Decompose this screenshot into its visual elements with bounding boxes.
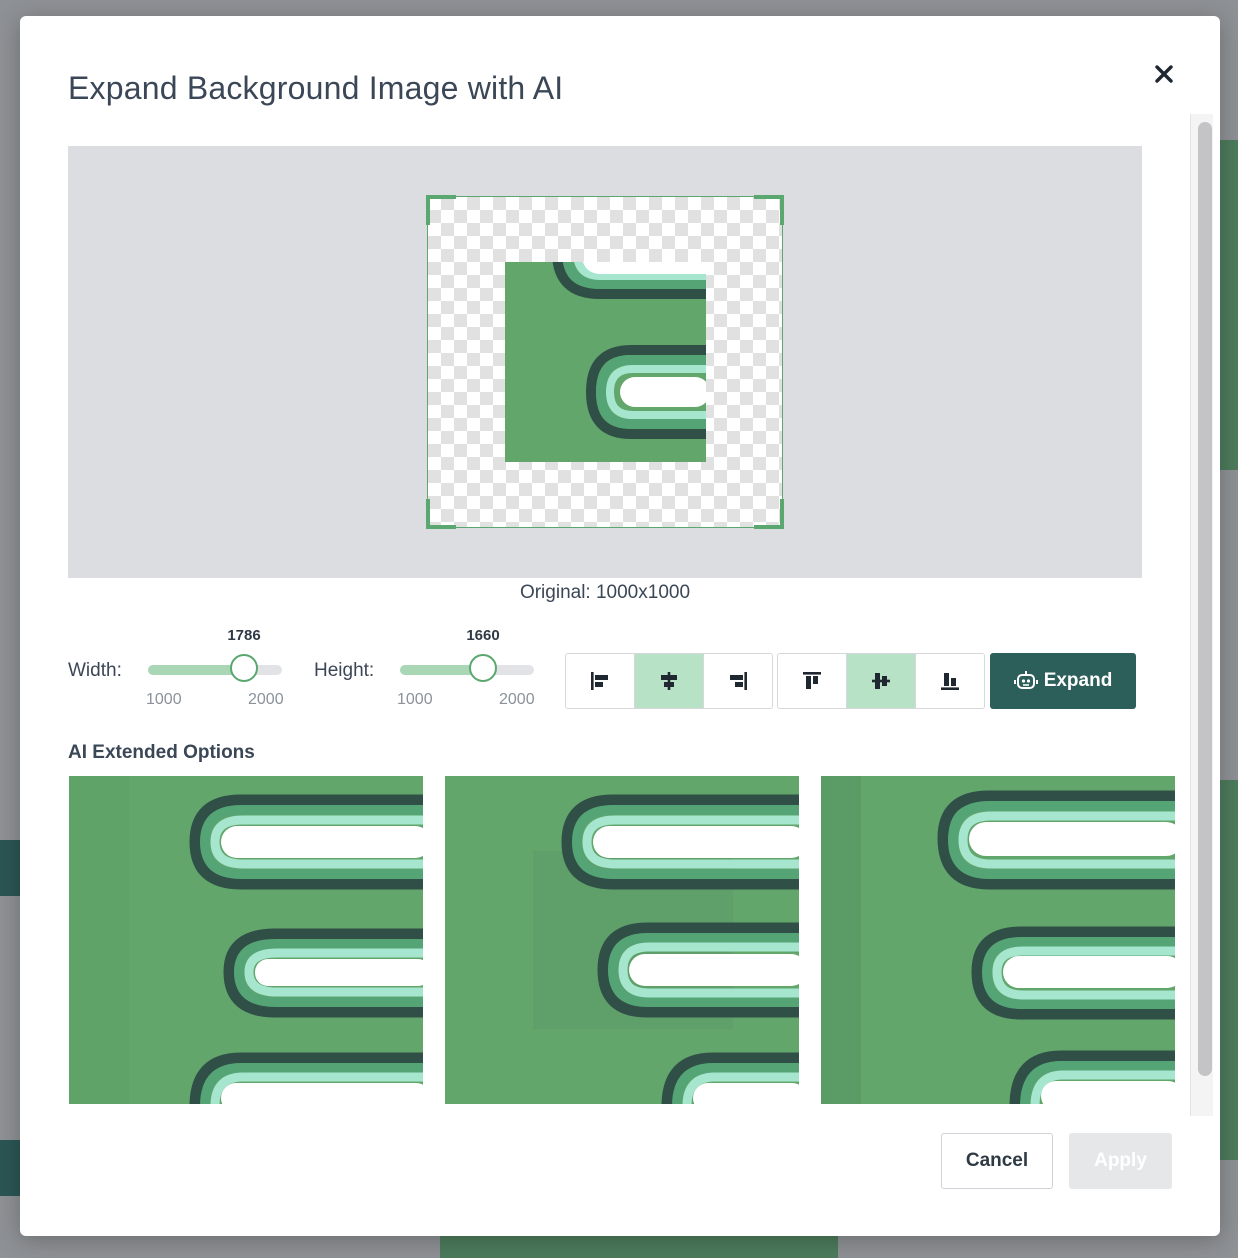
expanded-canvas[interactable] xyxy=(426,195,784,529)
ai-option-2-image xyxy=(445,776,799,1104)
ai-option-1-image xyxy=(69,776,423,1104)
align-top-button[interactable] xyxy=(778,654,847,708)
width-min: 1000 xyxy=(146,691,182,708)
modal-title: Expand Background Image with AI xyxy=(68,70,564,106)
align-center-horizontal-button[interactable] xyxy=(635,654,704,708)
modal-scrollbar[interactable] xyxy=(1190,114,1213,1116)
height-slider[interactable] xyxy=(400,649,534,689)
preview-area xyxy=(68,146,1142,578)
expand-image-modal: Expand Background Image with AI Original… xyxy=(20,16,1220,1236)
horizontal-align-group xyxy=(565,653,773,709)
close-button[interactable] xyxy=(1150,60,1178,88)
height-value: 1660 xyxy=(466,627,500,644)
align-bottom-button[interactable] xyxy=(916,654,984,708)
width-slider[interactable] xyxy=(148,649,282,689)
ai-option-3[interactable] xyxy=(821,776,1175,1104)
width-value: 1786 xyxy=(227,627,261,644)
background-bottom-strip xyxy=(440,1236,838,1258)
height-min: 1000 xyxy=(397,691,433,708)
resize-handle-top-right[interactable] xyxy=(754,195,784,225)
ai-option-1[interactable] xyxy=(69,776,423,1104)
apply-button[interactable]: Apply xyxy=(1069,1133,1172,1189)
original-size-caption: Original: 1000x1000 xyxy=(519,582,691,603)
expand-button-label: Expand xyxy=(1043,670,1113,691)
background-image-strip xyxy=(1220,140,1238,470)
cancel-button[interactable]: Cancel xyxy=(941,1133,1053,1189)
background-button xyxy=(0,840,20,896)
vertical-align-group xyxy=(777,653,985,709)
ai-option-3-image xyxy=(821,776,1175,1104)
align-left-icon xyxy=(591,672,608,690)
height-slider-thumb[interactable] xyxy=(469,654,497,682)
robot-icon xyxy=(1013,671,1038,689)
original-image[interactable] xyxy=(505,262,706,462)
align-middle-vertical-icon xyxy=(872,673,890,689)
align-right-button[interactable] xyxy=(704,654,772,708)
align-top-icon xyxy=(803,672,821,689)
align-right-icon xyxy=(730,672,747,690)
align-bottom-icon xyxy=(941,673,959,690)
resize-handle-top-left[interactable] xyxy=(426,195,456,225)
original-image-art xyxy=(505,262,706,462)
background-button-lower xyxy=(0,1140,20,1196)
expand-button[interactable]: Expand xyxy=(990,653,1136,709)
resize-handle-bottom-left[interactable] xyxy=(426,499,456,529)
align-center-horizontal-icon xyxy=(661,672,677,690)
align-left-button[interactable] xyxy=(566,654,635,708)
width-max: 2000 xyxy=(248,691,284,708)
resize-handle-bottom-right[interactable] xyxy=(754,499,784,529)
scrollbar-thumb[interactable] xyxy=(1198,122,1212,1076)
height-label: Height: xyxy=(314,660,375,681)
width-label: Width: xyxy=(68,660,122,681)
height-max: 2000 xyxy=(499,691,535,708)
width-slider-thumb[interactable] xyxy=(230,654,258,682)
align-middle-vertical-button[interactable] xyxy=(847,654,916,708)
close-icon xyxy=(1155,65,1173,83)
background-image-strip-lower xyxy=(1220,780,1238,1160)
ai-option-2[interactable] xyxy=(445,776,799,1104)
ai-options-title: AI Extended Options xyxy=(68,742,255,763)
